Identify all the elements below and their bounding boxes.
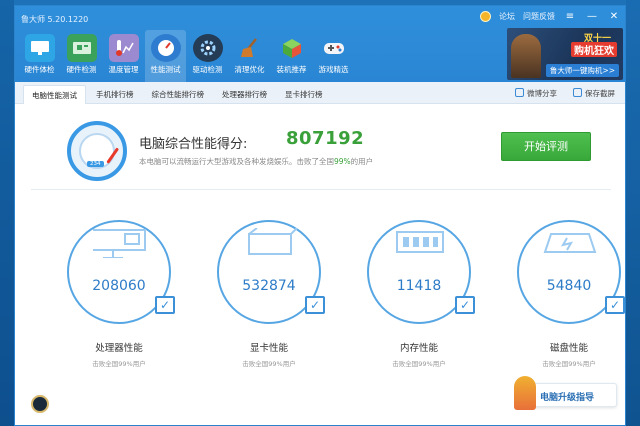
box-icon (277, 34, 307, 62)
save-screenshot-button[interactable]: 保存截屏 (573, 88, 615, 99)
nav-item-driver-detect[interactable]: 驱动检测 (187, 30, 228, 82)
gpu-performance-label: 显卡性能 (249, 343, 288, 354)
speedometer-icon: 234 (67, 121, 127, 181)
score-description: 本电脑可以流畅运行大型游戏及各种发烧娱乐。击败了全国99%的用户 (139, 156, 373, 167)
promo-buy-button[interactable]: 鲁大师一键购机>> (545, 64, 619, 77)
score-label: 电脑综合性能得分: (139, 137, 248, 152)
disk-score: 54840 (546, 278, 592, 294)
nav-label: 游戏精选 (318, 65, 349, 74)
memory-performance-card[interactable]: 11418 ✓ 内存性能 击败全国99%用户 (347, 220, 499, 380)
minimize-button[interactable]: — (585, 11, 599, 22)
score-desc-percent: 99% (334, 157, 351, 166)
nav-label: 硬件体检 (24, 65, 55, 74)
monitor-cpu-icon (93, 229, 146, 258)
broom-icon (235, 34, 265, 62)
start-benchmark-button[interactable]: 开始评测 (501, 132, 591, 161)
nav-label: 清理优化 (234, 65, 265, 74)
tab-cpu-ranking[interactable]: 处理器排行榜 (214, 85, 275, 104)
share-actions: 微博分享 保存截屏 (515, 88, 615, 99)
gpu-performance-sub: 击败全国99%用户 (242, 360, 296, 368)
hard-disk-icon (543, 233, 597, 253)
disk-performance-card[interactable]: 54840 ✓ 磁盘性能 击败全国99%用户 (497, 220, 640, 380)
score-desc-prefix: 本电脑可以流畅运行大型游戏及各种发烧娱乐。击败了全国 (139, 157, 334, 166)
divider (31, 189, 611, 190)
promo-line2: 购机狂欢 (571, 42, 617, 57)
gpu-performance-card[interactable]: 532874 ✓ 显卡性能 击败全国99%用户 (197, 220, 349, 380)
weibo-share-label: 微博分享 (527, 89, 557, 98)
forum-link[interactable]: 论坛 (499, 11, 515, 22)
upgrade-guide-label: 电脑升级指导 (540, 393, 595, 403)
app-window: 鲁大师 5.20.1220 论坛 问题反馈 ≡ — ✕ 硬件体检 硬件检测 温度… (14, 5, 626, 426)
check-icon: ✓ (455, 296, 475, 314)
feedback-link[interactable]: 问题反馈 (523, 11, 555, 22)
gamepad-icon (319, 34, 349, 62)
top-bar: 鲁大师 5.20.1220 论坛 问题反馈 ≡ — ✕ 硬件体检 硬件检测 温度… (15, 6, 625, 82)
cpu-performance-label: 处理器性能 (95, 343, 143, 354)
tab-phone-ranking[interactable]: 手机排行榜 (88, 85, 142, 104)
monitor-icon (24, 34, 55, 62)
gauge-needle (106, 147, 120, 164)
nav-item-hardware-check[interactable]: 硬件体检 (19, 30, 60, 82)
close-button[interactable]: ✕ (607, 11, 621, 22)
check-icon: ✓ (605, 296, 625, 314)
nav-item-temperature[interactable]: 温度管理 (103, 30, 144, 82)
nav-label: 装机推荐 (276, 65, 307, 74)
weibo-icon (515, 88, 524, 97)
nav-item-build-recommend[interactable]: 装机推荐 (271, 30, 312, 82)
memory-score: 11418 (396, 278, 442, 294)
thermometer-chart-icon (108, 34, 139, 62)
weibo-share-button[interactable]: 微博分享 (515, 88, 557, 99)
check-icon: ✓ (305, 296, 325, 314)
disk-performance-sub: 击败全国99%用户 (542, 360, 596, 368)
nav-label: 性能测试 (150, 65, 181, 74)
gauge-number: 234 (87, 161, 104, 167)
tab-pc-performance[interactable]: 电脑性能测试 (23, 85, 86, 104)
score-desc-suffix: 的用户 (350, 157, 374, 166)
tab-overall-ranking[interactable]: 综合性能排行榜 (144, 85, 213, 104)
sub-tabs: 电脑性能测试 手机排行榜 综合性能排行榜 处理器排行榜 显卡排行榜 (23, 85, 331, 104)
nav-item-hardware-detect[interactable]: 硬件检测 (61, 30, 102, 82)
nav-label: 温度管理 (108, 65, 139, 74)
circuit-board-icon (66, 34, 97, 62)
disk-performance-label: 磁盘性能 (549, 343, 588, 354)
nav-label: 硬件检测 (66, 65, 97, 74)
nav-item-games[interactable]: 游戏精选 (313, 30, 354, 82)
rocket-icon (514, 376, 536, 410)
memory-performance-label: 内存性能 (399, 343, 438, 354)
save-screenshot-label: 保存截屏 (585, 89, 615, 98)
memory-performance-sub: 击败全国99%用户 (392, 360, 446, 368)
coin-icon[interactable] (480, 11, 491, 22)
memory-chip-icon (396, 231, 444, 253)
score-value: 807192 (286, 128, 365, 149)
nav-item-cleanup[interactable]: 清理优化 (229, 30, 270, 82)
camera-icon (573, 88, 582, 97)
promo-character-image (511, 34, 541, 78)
nav-item-performance-test[interactable]: 性能测试 (145, 30, 186, 82)
desktop-background-left (0, 0, 14, 426)
gear-icon (192, 34, 223, 62)
main-nav: 硬件体检 硬件检测 温度管理 性能测试 驱动检测 清理优化 装机推荐 游戏精选 (19, 30, 355, 82)
sub-tab-bar: 电脑性能测试 手机排行榜 综合性能排行榜 处理器排行榜 显卡排行榜 微博分享 保… (15, 82, 625, 104)
graphics-card-icon (248, 228, 298, 255)
cpu-performance-card[interactable]: 208060 ✓ 处理器性能 击败全国99%用户 (47, 220, 199, 380)
mascot-logo-icon[interactable] (31, 395, 49, 413)
menu-button[interactable]: ≡ (563, 11, 577, 22)
speedometer-icon (150, 34, 181, 62)
cpu-score: 208060 (92, 278, 146, 294)
cpu-performance-sub: 击败全国99%用户 (92, 360, 146, 368)
app-title: 鲁大师 5.20.1220 (21, 15, 89, 24)
check-icon: ✓ (155, 296, 175, 314)
nav-label: 驱动检测 (192, 65, 223, 74)
tab-gpu-ranking[interactable]: 显卡排行榜 (277, 85, 331, 104)
gpu-score: 532874 (242, 278, 296, 294)
promo-banner[interactable]: 双十一 购机狂欢 鲁大师一键购机>> (507, 28, 623, 80)
top-right-controls: 论坛 问题反馈 ≡ — ✕ (480, 11, 621, 22)
upgrade-guide-button[interactable]: 电脑升级指导 (514, 376, 617, 410)
